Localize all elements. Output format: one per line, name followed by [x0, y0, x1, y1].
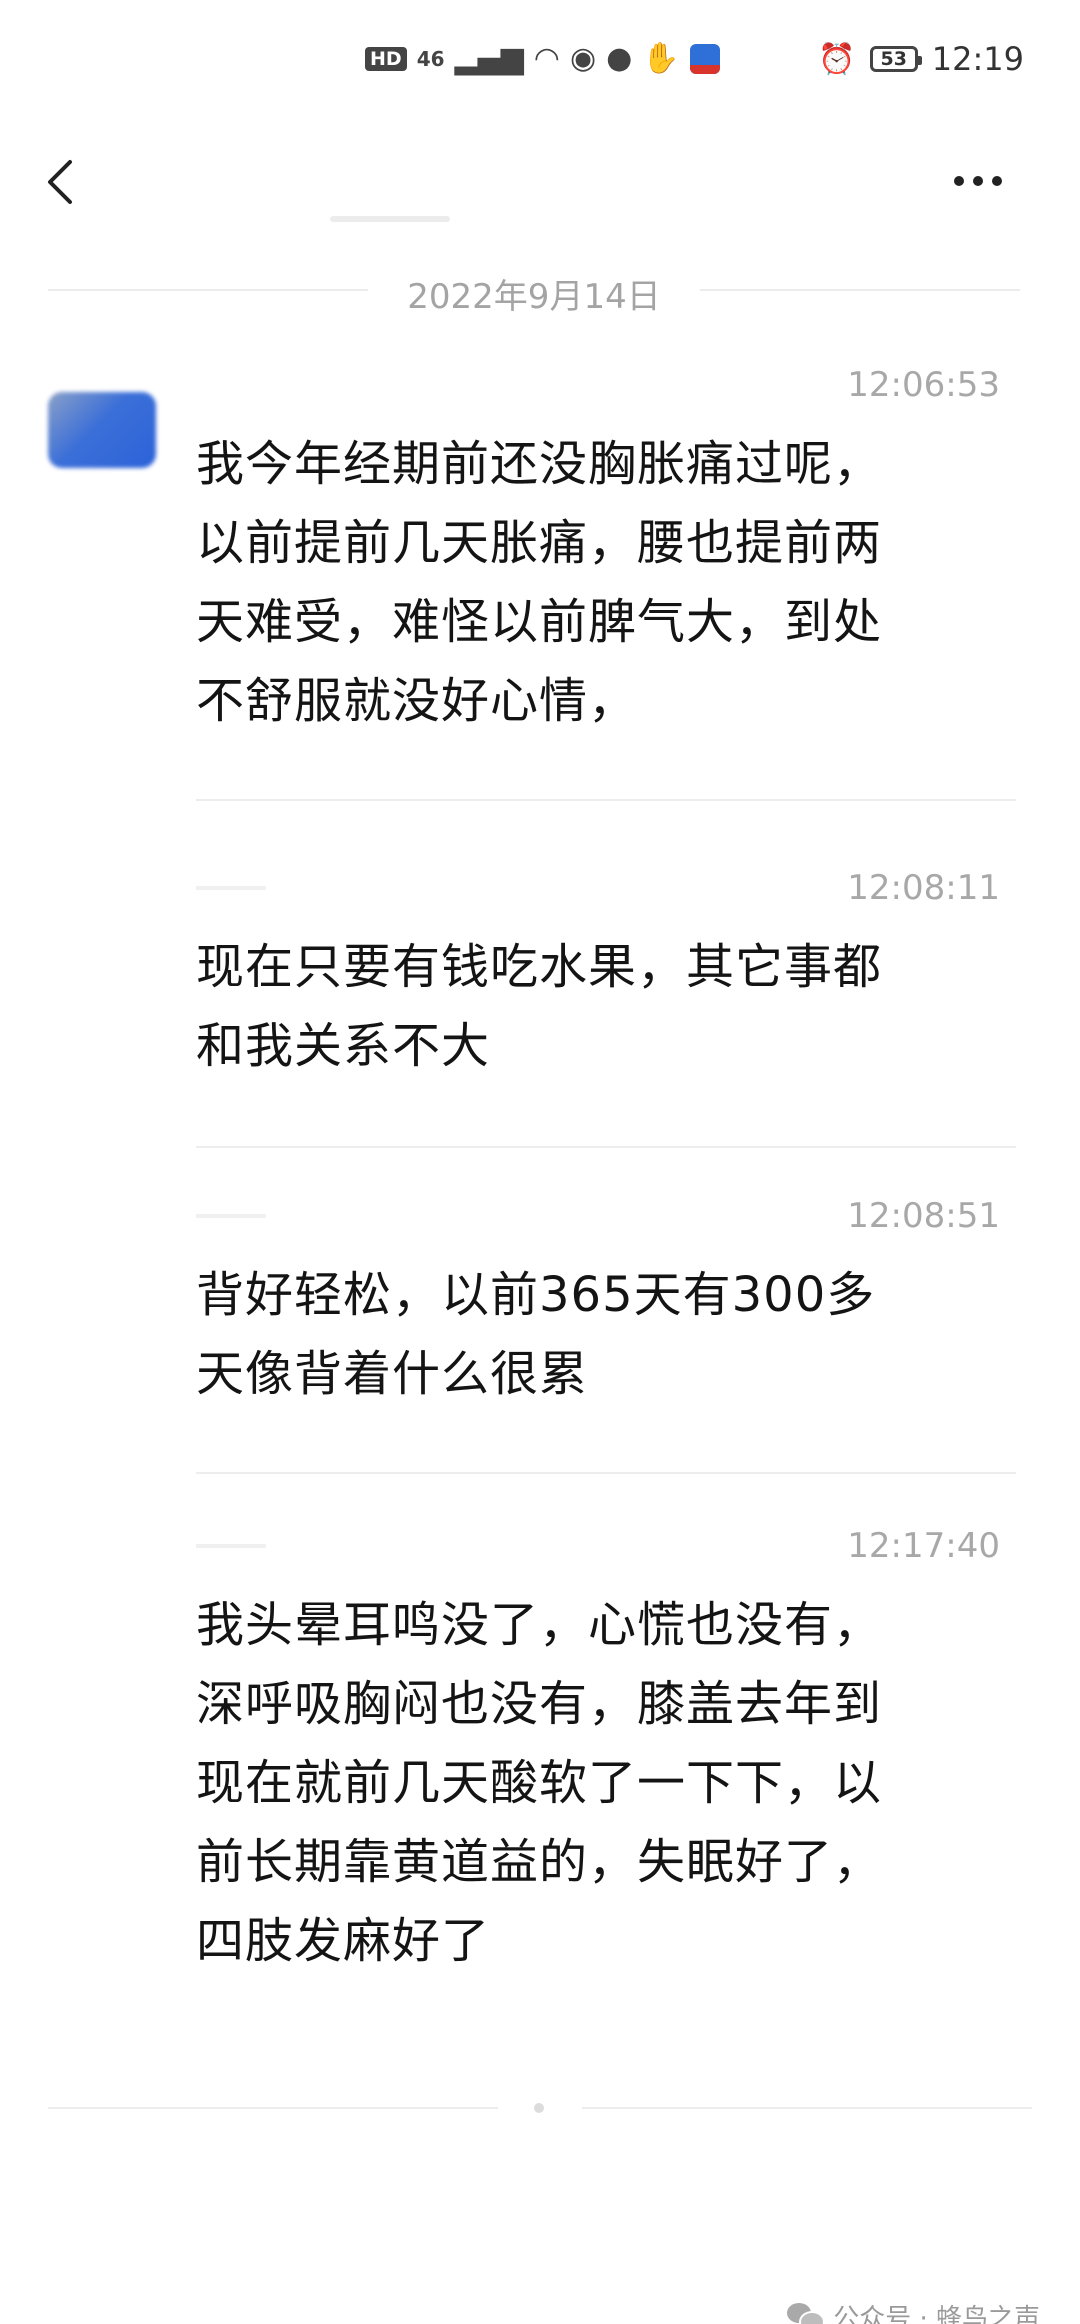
- divider-line: [700, 289, 1020, 291]
- message-timestamp: 12:08:11: [847, 868, 1000, 908]
- chat-screen: HD 46 ▂▄▆ ◠ ◉ ● ✋ ⏰ 53 12:19 2022年9月14日 …: [0, 0, 1080, 2324]
- end-of-history-divider: [48, 2098, 1032, 2118]
- wifi-icon: ◠: [533, 41, 560, 76]
- divider-line: [582, 2107, 1032, 2109]
- wechat-icon: [787, 2302, 826, 2324]
- message-separator: [196, 1146, 1016, 1148]
- battery-level: 53: [880, 48, 907, 70]
- watermark-text: 公众号 · 蜂鸟之声: [833, 2304, 1040, 2324]
- status-bar: HD 46 ▂▄▆ ◠ ◉ ● ✋ ⏰ 53 12:19: [0, 0, 1080, 130]
- sender-name-blurred: [196, 1214, 266, 1218]
- date-divider: 2022年9月14日: [48, 265, 1020, 317]
- more-dot: [973, 176, 983, 186]
- status-right-icons: ⏰ 53 12:19: [818, 40, 1024, 78]
- more-options-icon[interactable]: [954, 166, 1018, 196]
- message-timestamp: 12:06:53: [847, 365, 1000, 405]
- message-separator: [196, 799, 1016, 801]
- divider-line: [48, 2107, 498, 2109]
- message-bubble-icon: ●: [606, 41, 633, 76]
- app-notification-icon: ◉: [569, 41, 597, 76]
- divider-line: [48, 289, 368, 291]
- chat-header: [0, 130, 1080, 245]
- back-arrow-icon[interactable]: [36, 140, 96, 220]
- message-text[interactable]: 我头晕耳鸣没了，心慌也没有， 深呼吸胸闷也没有，膝盖去年到 现在就前几天酸软了一…: [196, 1586, 1016, 1981]
- more-dot: [992, 176, 1002, 186]
- divider-dot: [534, 2103, 544, 2113]
- signal-strength-icon: 46: [416, 47, 445, 71]
- message-timestamp: 12:08:51: [847, 1196, 1000, 1236]
- sender-avatar[interactable]: [48, 392, 156, 468]
- app-logo-icon: [689, 44, 720, 74]
- alarm-clock-icon: ⏰: [818, 41, 856, 77]
- status-left-icons: HD 46 ▂▄▆ ◠ ◉ ● ✋: [365, 44, 720, 74]
- hand-icon: ✋: [642, 41, 680, 76]
- sender-name-blurred: [196, 1544, 266, 1548]
- status-time: 12:19: [931, 40, 1024, 78]
- message-text[interactable]: 背好轻松，以前365天有300多 天像背着什么很累: [196, 1256, 1016, 1414]
- message-separator: [196, 1472, 1016, 1474]
- more-dot: [954, 176, 964, 186]
- cellular-bars-icon: ▂▄▆: [454, 41, 524, 76]
- hd-badge: HD: [365, 47, 407, 71]
- watermark: 公众号 · 蜂鸟之声: [787, 2298, 1040, 2324]
- message-timestamp: 12:17:40: [847, 1526, 1000, 1566]
- chat-subtitle-blurred: [330, 216, 450, 222]
- sender-name-blurred: [196, 886, 266, 890]
- date-label: 2022年9月14日: [407, 277, 661, 317]
- chat-title: [335, 153, 675, 167]
- message-text[interactable]: 我今年经期前还没胸胀痛过呢， 以前提前几天胀痛，腰也提前两 天难受，难怪以前脾气…: [196, 425, 1016, 741]
- message-text[interactable]: 现在只要有钱吃水果，其它事都 和我关系不大: [196, 928, 1016, 1086]
- battery-icon: 53: [869, 46, 922, 72]
